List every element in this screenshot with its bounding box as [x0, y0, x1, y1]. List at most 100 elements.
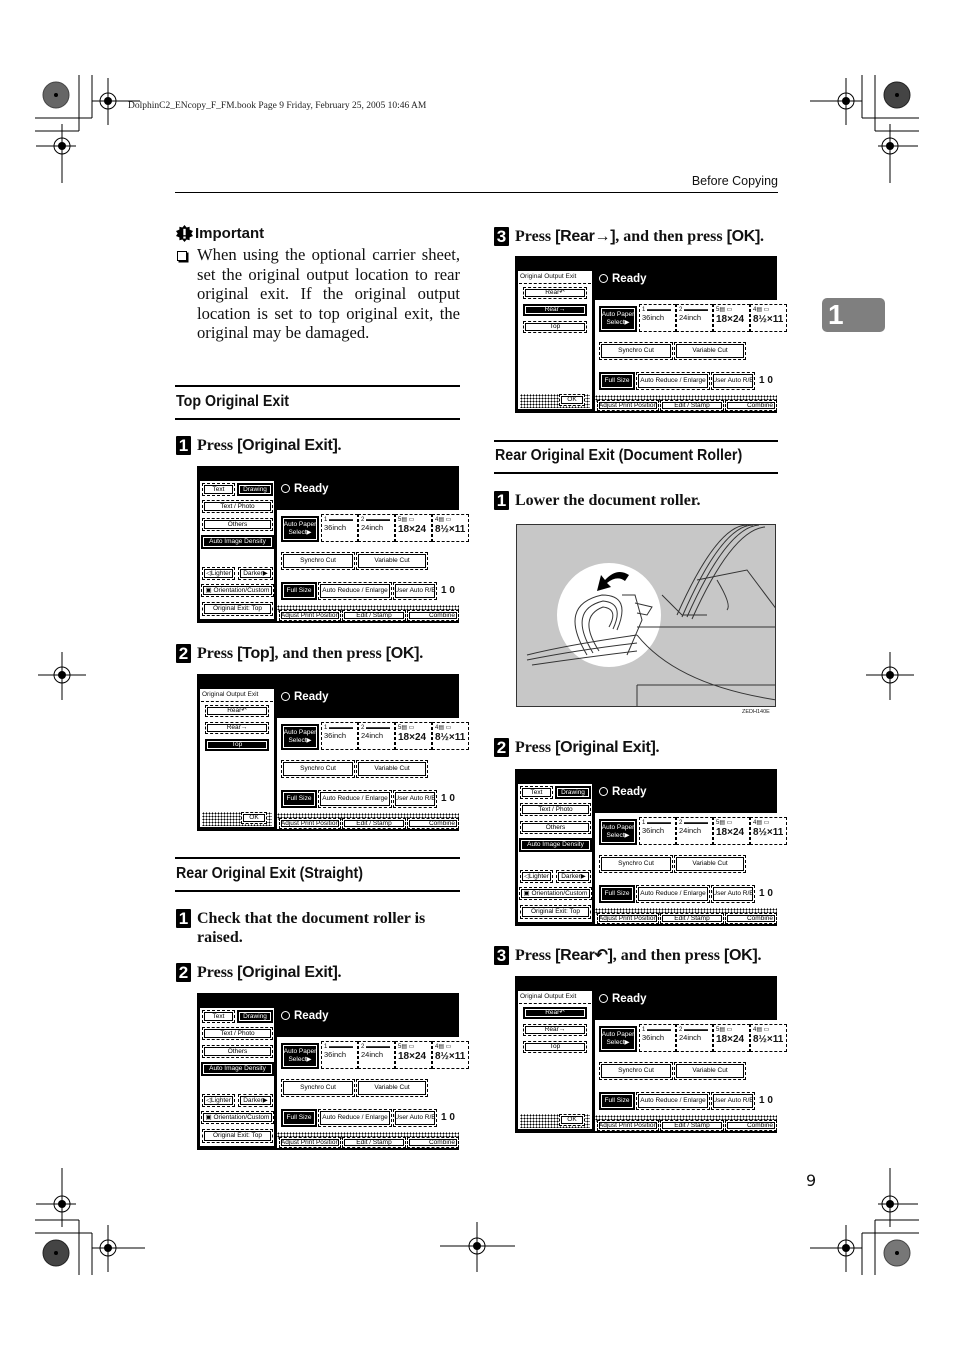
paper-tray-2[interactable]: 2 ▬▬▬▬ 24inch — [676, 304, 713, 332]
user-auto-re-button[interactable]: User Auto R/E — [711, 885, 755, 903]
paper-tray-3[interactable]: 5▤ ▭ 18×24 — [395, 1041, 432, 1069]
paper-tray-1[interactable]: 1 ▬▬▬▬ 36inch — [639, 1024, 676, 1052]
paper-tray-4[interactable]: 4▤ ▭ 8½×11 — [750, 1024, 787, 1052]
synchro-cut-button[interactable]: Synchro Cut — [599, 342, 673, 360]
auto-paper-select-button[interactable]: Auto Paper Select▶ — [599, 306, 637, 332]
adjust-print-position-button[interactable]: Adjust Print Position — [279, 818, 341, 829]
edit-stamp-button[interactable]: Edit / Stamp — [342, 1137, 406, 1148]
adjust-print-position-button[interactable]: Adjust Print Position — [597, 913, 659, 924]
synchro-cut-button[interactable]: Synchro Cut — [281, 552, 355, 570]
full-size-button[interactable]: Full Size — [599, 372, 635, 390]
edit-stamp-button[interactable]: Edit / Stamp — [342, 610, 406, 621]
auto-reduce-enlarge-button[interactable]: Auto Reduce / Enlarge — [318, 582, 392, 600]
mode-text-button[interactable]: Text — [202, 1010, 235, 1023]
top-button[interactable]: Top — [205, 739, 269, 751]
auto-paper-select-button[interactable]: Auto Paper Select▶ — [281, 1043, 319, 1069]
full-size-button[interactable]: Full Size — [281, 790, 317, 808]
mode-text-button[interactable]: Text — [520, 786, 553, 799]
auto-reduce-enlarge-button[interactable]: Auto Reduce / Enlarge — [636, 885, 710, 903]
original-exit-button[interactable]: Original Exit: Top — [520, 905, 591, 919]
paper-tray-4[interactable]: 4▤ ▭ 8½×11 — [432, 514, 469, 542]
auto-paper-select-button[interactable]: Auto Paper Select▶ — [281, 724, 319, 750]
edit-stamp-button[interactable]: Edit / Stamp — [660, 1120, 724, 1131]
top-button[interactable]: Top — [523, 321, 587, 333]
mode-text-button[interactable]: Text — [202, 483, 235, 496]
paper-tray-4[interactable]: 4▤ ▭ 8½×11 — [750, 817, 787, 845]
paper-tray-2[interactable]: 2 ▬▬▬▬ 24inch — [676, 1024, 713, 1052]
paper-tray-2[interactable]: 2 ▬▬▬▬ 24inch — [358, 1041, 395, 1069]
ok-button[interactable]: OK — [241, 812, 267, 824]
auto-image-density-button[interactable]: Auto Image Density — [201, 535, 274, 549]
user-auto-re-button[interactable]: User Auto R/E — [393, 1109, 437, 1127]
user-auto-re-button[interactable]: User Auto R/E — [393, 582, 437, 600]
adjust-print-position-button[interactable]: Adjust Print Position — [597, 1120, 659, 1131]
combine-button[interactable]: Combine — [725, 913, 777, 924]
combine-button[interactable]: Combine — [725, 1120, 777, 1131]
auto-image-density-button[interactable]: Auto Image Density — [201, 1062, 274, 1076]
auto-reduce-enlarge-button[interactable]: Auto Reduce / Enlarge — [318, 790, 392, 808]
rear-straight-button[interactable]: Rear→ — [523, 304, 587, 316]
auto-image-density-button[interactable]: Auto Image Density — [519, 838, 592, 852]
synchro-cut-button[interactable]: Synchro Cut — [281, 1079, 355, 1097]
variable-cut-button[interactable]: Variable Cut — [356, 760, 428, 778]
full-size-button[interactable]: Full Size — [599, 1092, 635, 1110]
rear-straight-button[interactable]: Rear→ — [205, 722, 269, 734]
variable-cut-button[interactable]: Variable Cut — [674, 1062, 746, 1080]
mode-drawing-button[interactable]: Drawing — [237, 1010, 273, 1023]
orientation-custom-button[interactable]: ▣ Orientation/Custom — [201, 1111, 274, 1124]
darker-button[interactable]: Darker▶ — [238, 1094, 273, 1107]
text-photo-button[interactable]: Text / Photo — [202, 1027, 273, 1040]
adjust-print-position-button[interactable]: Adjust Print Position — [279, 610, 341, 621]
combine-button[interactable]: Combine — [407, 610, 459, 621]
paper-tray-1[interactable]: 1 ▬▬▬▬ 36inch — [639, 304, 676, 332]
synchro-cut-button[interactable]: Synchro Cut — [599, 1062, 673, 1080]
auto-reduce-enlarge-button[interactable]: Auto Reduce / Enlarge — [636, 1092, 710, 1110]
paper-tray-2[interactable]: 2 ▬▬▬▬ 24inch — [676, 817, 713, 845]
rear-roller-button[interactable]: Rear↶ — [205, 705, 269, 717]
rear-roller-button[interactable]: Rear↶ — [523, 287, 587, 299]
top-button[interactable]: Top — [523, 1041, 587, 1053]
variable-cut-button[interactable]: Variable Cut — [674, 855, 746, 873]
paper-tray-1[interactable]: 1 ▬▬▬▬ 36inch — [321, 722, 358, 750]
combine-button[interactable]: Combine — [407, 1137, 459, 1148]
user-auto-re-button[interactable]: User Auto R/E — [393, 790, 437, 808]
rear-roller-button[interactable]: Rear↶ — [523, 1007, 587, 1019]
edit-stamp-button[interactable]: Edit / Stamp — [342, 818, 406, 829]
full-size-button[interactable]: Full Size — [281, 582, 317, 600]
auto-reduce-enlarge-button[interactable]: Auto Reduce / Enlarge — [636, 372, 710, 390]
auto-paper-select-button[interactable]: Auto Paper Select▶ — [599, 819, 637, 845]
paper-tray-4[interactable]: 4▤ ▭ 8½×11 — [432, 722, 469, 750]
paper-tray-2[interactable]: 2 ▬▬▬▬ 24inch — [358, 514, 395, 542]
others-button[interactable]: Others — [202, 1045, 273, 1058]
variable-cut-button[interactable]: Variable Cut — [356, 552, 428, 570]
lighter-button[interactable]: ◁Lighter — [202, 1094, 235, 1107]
full-size-button[interactable]: Full Size — [599, 885, 635, 903]
paper-tray-3[interactable]: 5▤ ▭ 18×24 — [395, 514, 432, 542]
darker-button[interactable]: Darker▶ — [238, 567, 273, 580]
user-auto-re-button[interactable]: User Auto R/E — [711, 1092, 755, 1110]
paper-tray-1[interactable]: 1 ▬▬▬▬ 36inch — [321, 1041, 358, 1069]
lighter-button[interactable]: ◁Lighter — [202, 567, 235, 580]
paper-tray-3[interactable]: 5▤ ▭ 18×24 — [713, 817, 750, 845]
adjust-print-position-button[interactable]: Adjust Print Position — [597, 400, 659, 411]
lighter-button[interactable]: ◁Lighter — [520, 870, 553, 883]
paper-tray-3[interactable]: 5▤ ▭ 18×24 — [395, 722, 432, 750]
paper-tray-4[interactable]: 4▤ ▭ 8½×11 — [750, 304, 787, 332]
orientation-custom-button[interactable]: ▣ Orientation/Custom — [201, 584, 274, 597]
auto-paper-select-button[interactable]: Auto Paper Select▶ — [599, 1026, 637, 1052]
paper-tray-1[interactable]: 1 ▬▬▬▬ 36inch — [321, 514, 358, 542]
ok-button[interactable]: OK — [559, 1114, 585, 1126]
paper-tray-3[interactable]: 5▤ ▭ 18×24 — [713, 1024, 750, 1052]
rear-straight-button[interactable]: Rear→ — [523, 1024, 587, 1036]
others-button[interactable]: Others — [202, 518, 273, 531]
paper-tray-3[interactable]: 5▤ ▭ 18×24 — [713, 304, 750, 332]
variable-cut-button[interactable]: Variable Cut — [356, 1079, 428, 1097]
original-exit-button[interactable]: Original Exit: Top — [202, 602, 273, 616]
ok-button[interactable]: OK — [559, 394, 585, 406]
user-auto-re-button[interactable]: User Auto R/E — [711, 372, 755, 390]
full-size-button[interactable]: Full Size — [281, 1109, 317, 1127]
paper-tray-2[interactable]: 2 ▬▬▬▬ 24inch — [358, 722, 395, 750]
mode-drawing-button[interactable]: Drawing — [237, 483, 273, 496]
text-photo-button[interactable]: Text / Photo — [202, 500, 273, 513]
synchro-cut-button[interactable]: Synchro Cut — [281, 760, 355, 778]
